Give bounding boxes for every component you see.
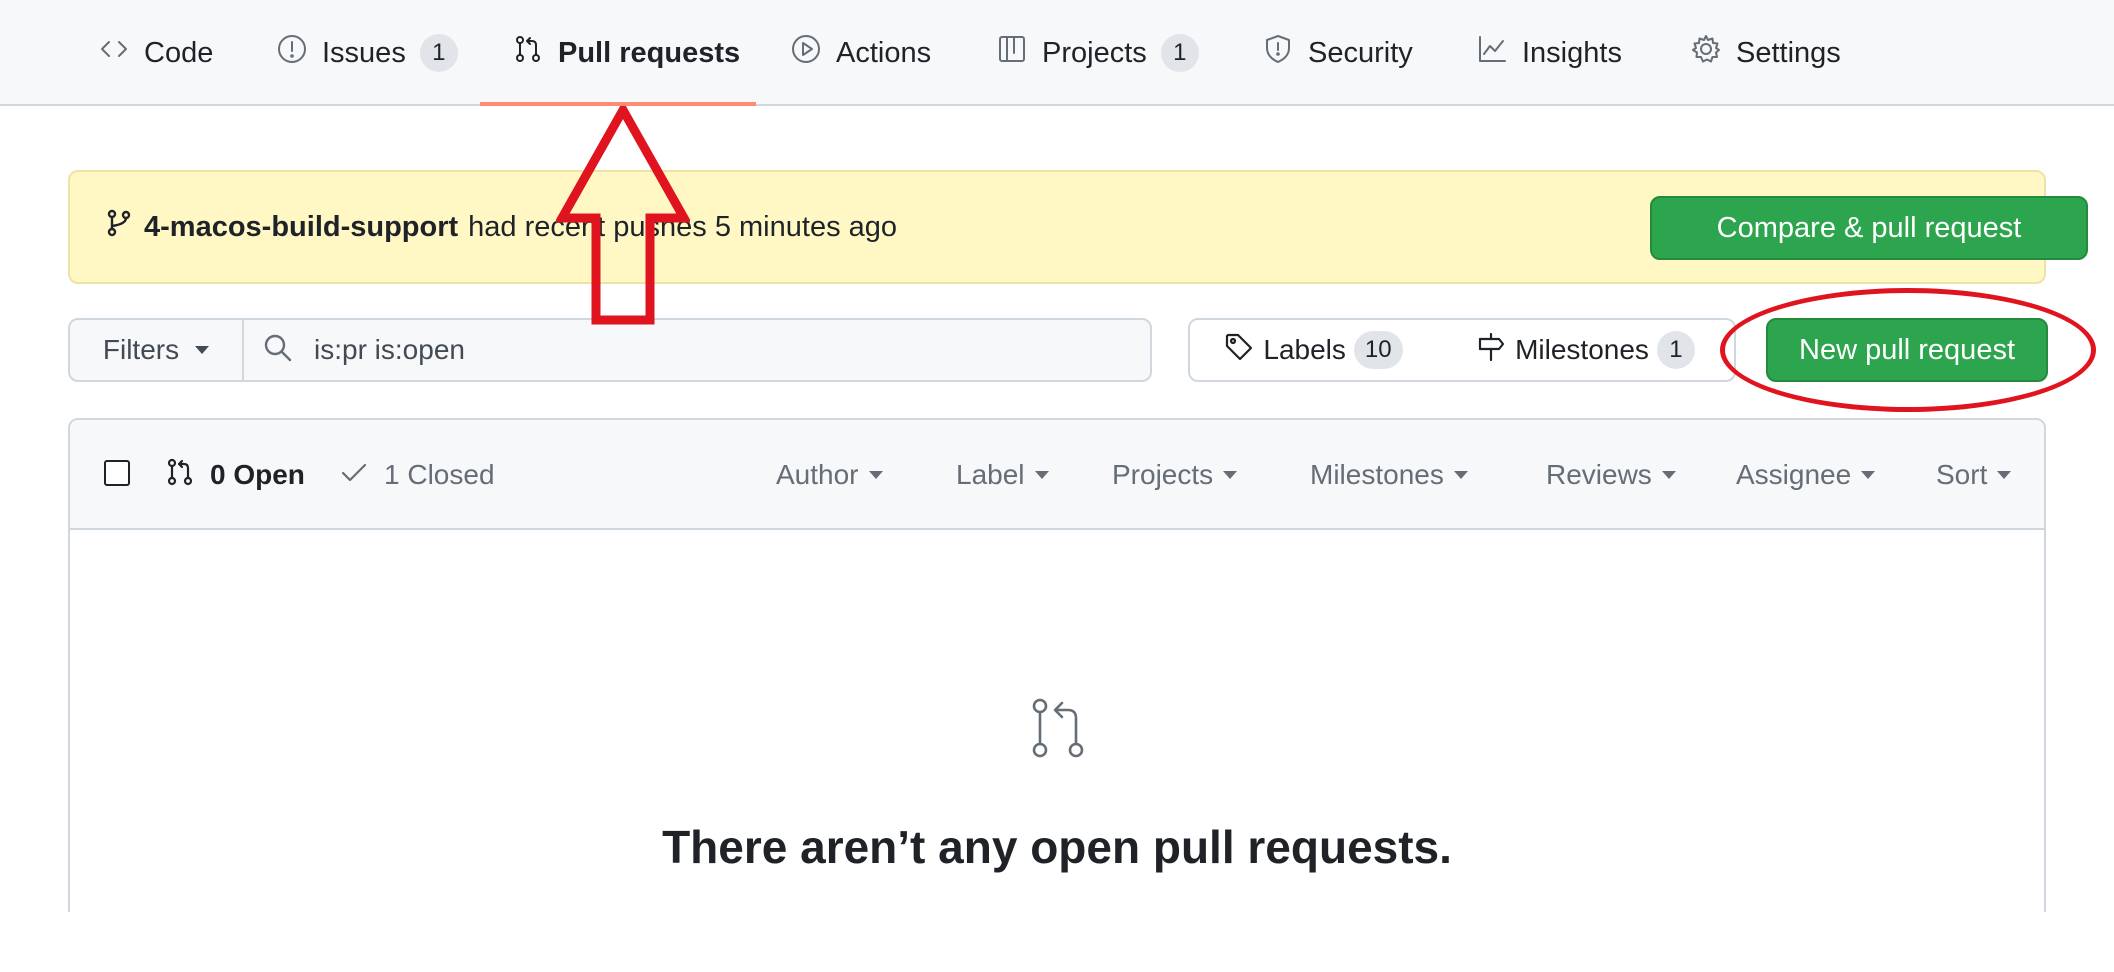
gear-icon	[1690, 33, 1722, 73]
pull-request-list: 0 Open 1 Closed Author Label Projects Mi…	[68, 418, 2046, 972]
tab-issues-label: Issues	[322, 36, 406, 69]
page-bottom-edge	[0, 912, 2114, 972]
pull-request-icon	[512, 33, 544, 73]
tab-security-label: Security	[1308, 36, 1413, 69]
chevron-down-icon	[1997, 471, 2012, 479]
sort-label: Sort	[1936, 459, 1988, 490]
milestone-icon	[1475, 331, 1507, 370]
tab-actions-label: Actions	[836, 36, 932, 69]
projects-counter: 1	[1160, 34, 1199, 72]
closed-filter[interactable]: 1 Closed	[338, 420, 495, 530]
recent-push-message: 4-macos-build-support had recent pushes …	[104, 172, 897, 282]
tab-settings-label: Settings	[1736, 36, 1841, 69]
tab-pull-requests[interactable]: Pull requests	[512, 0, 740, 106]
tab-projects-label: Projects	[1042, 36, 1147, 69]
chevron-down-icon	[195, 346, 210, 354]
branch-icon	[104, 208, 134, 246]
search-input[interactable]	[314, 334, 1134, 366]
tab-projects[interactable]: Projects 1	[996, 0, 1199, 106]
select-all-checkbox[interactable]	[104, 460, 130, 486]
shield-icon	[1262, 33, 1294, 73]
reviews-dropdown[interactable]: Reviews	[1546, 420, 1676, 530]
tab-insights[interactable]: Insights	[1476, 0, 1622, 106]
reviews-label: Reviews	[1546, 459, 1652, 490]
labels-counter: 10	[1353, 331, 1403, 369]
recent-push-banner: 4-macos-build-support had recent pushes …	[68, 170, 2088, 284]
compare-pull-request-button[interactable]: Compare & pull request	[1650, 196, 2088, 260]
repo-nav: Code Issues 1 Pull requests Actions Proj…	[0, 0, 2114, 106]
filters-dropdown[interactable]: Filters	[68, 318, 244, 382]
projects-label: Projects	[1112, 459, 1214, 490]
search-box	[242, 318, 1152, 382]
issue-icon	[276, 33, 308, 73]
chevron-down-icon	[1223, 471, 1238, 479]
assignee-label: Assignee	[1736, 459, 1852, 490]
labels-label: Labels	[1263, 334, 1346, 365]
pull-request-icon	[164, 456, 196, 495]
table-icon	[996, 33, 1028, 73]
new-pull-request-button[interactable]: New pull request	[1766, 318, 2048, 382]
closed-count-label: 1 Closed	[384, 459, 495, 490]
tab-issues[interactable]: Issues 1	[276, 0, 458, 106]
author-label: Author	[776, 459, 859, 490]
pull-request-icon	[1026, 696, 1090, 760]
milestones-sort-label: Milestones	[1310, 459, 1444, 490]
chevron-down-icon	[1861, 471, 1876, 479]
chevron-down-icon	[868, 471, 883, 479]
check-icon	[338, 456, 370, 495]
projects-dropdown[interactable]: Projects	[1112, 420, 1238, 530]
tab-insights-label: Insights	[1522, 36, 1622, 69]
milestones-dropdown[interactable]: Milestones	[1310, 420, 1468, 530]
branch-name[interactable]: 4-macos-build-support	[144, 211, 458, 244]
tag-icon	[1223, 331, 1255, 370]
tab-code-label: Code	[144, 36, 214, 69]
open-filter[interactable]: 0 Open	[164, 420, 305, 530]
tab-security[interactable]: Security	[1262, 0, 1413, 106]
label-label: Label	[956, 459, 1025, 490]
chevron-down-icon	[1661, 471, 1676, 479]
chevron-down-icon	[1034, 471, 1049, 479]
list-header: 0 Open 1 Closed Author Label Projects Mi…	[70, 420, 2044, 530]
graph-icon	[1476, 33, 1508, 73]
open-count-label: 0 Open	[210, 459, 305, 490]
filters-label: Filters	[102, 334, 180, 365]
tab-code[interactable]: Code	[98, 0, 213, 106]
active-tab-underline	[480, 102, 756, 106]
milestones-button[interactable]: Milestones 1	[1436, 318, 1736, 382]
label-dropdown[interactable]: Label	[956, 420, 1049, 530]
code-icon	[98, 33, 130, 73]
chevron-down-icon	[1453, 471, 1468, 479]
author-dropdown[interactable]: Author	[776, 420, 883, 530]
tab-actions[interactable]: Actions	[790, 0, 931, 106]
tab-settings[interactable]: Settings	[1690, 0, 1841, 106]
assignee-dropdown[interactable]: Assignee	[1736, 420, 1876, 530]
blankslate-title: There aren’t any open pull requests.	[662, 821, 1452, 873]
milestones-counter: 1	[1656, 331, 1695, 369]
milestones-label: Milestones	[1515, 334, 1649, 365]
play-icon	[790, 33, 822, 73]
tab-pull-requests-label: Pull requests	[558, 36, 741, 69]
issues-counter: 1	[419, 34, 458, 72]
sort-dropdown[interactable]: Sort	[1936, 420, 2012, 530]
search-icon	[262, 332, 294, 369]
push-time-text: had recent pushes 5 minutes ago	[468, 210, 898, 243]
labels-button[interactable]: Labels 10	[1188, 318, 1438, 382]
